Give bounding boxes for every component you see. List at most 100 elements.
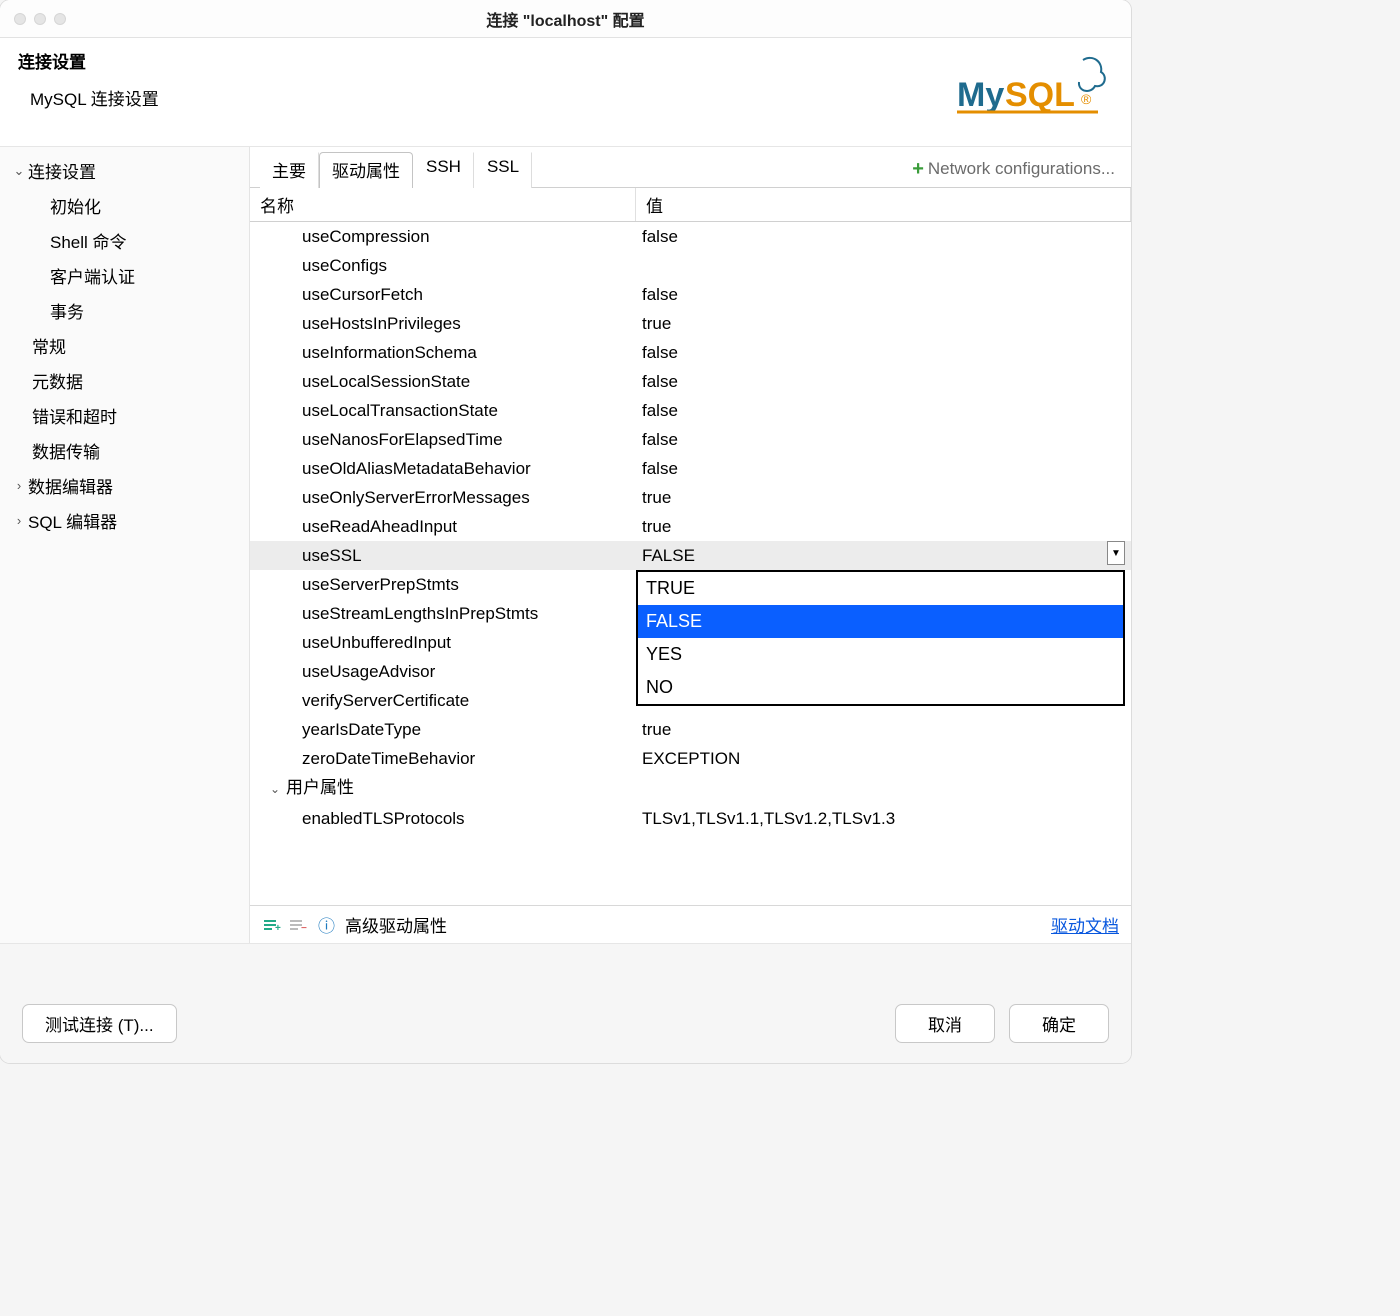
property-name: useCursorFetch [250,280,636,309]
property-name: useLocalTransactionState [250,396,636,425]
titlebar: 连接 "localhost" 配置 [0,0,1131,38]
sidebar-item-label: 数据编辑器 [28,473,113,498]
table-row[interactable]: useNanosForElapsedTimefalse [250,425,1131,454]
plus-icon: + [912,158,924,181]
table-row[interactable]: useLocalSessionStatefalse [250,367,1131,396]
dropdown-option[interactable]: YES [638,638,1123,671]
property-value[interactable]: true [636,715,1131,744]
chevron-right-icon: › [10,513,28,528]
sidebar-item[interactable]: 错误和超时 [0,398,249,433]
table-row[interactable]: useConfigs [250,251,1131,280]
svg-text:My: My [957,76,1004,114]
property-value[interactable]: TLSv1,TLSv1.1,TLSv1.2,TLSv1.3 [636,804,1131,833]
table-group-row[interactable]: ⌄用户属性 [250,773,1131,804]
table-row[interactable]: useOnlyServerErrorMessagestrue [250,483,1131,512]
table-row[interactable]: yearIsDateTypetrue [250,715,1131,744]
dropdown-option[interactable]: FALSE [638,605,1123,638]
driver-docs-link[interactable]: 驱动文档 [1051,912,1119,937]
table-row[interactable]: useHostsInPrivilegestrue [250,309,1131,338]
tab[interactable]: SSH [413,152,474,188]
table-row[interactable]: useReadAheadInputtrue [250,512,1131,541]
dropdown-option[interactable]: TRUE [638,572,1123,605]
network-config-label: Network configurations... [928,159,1115,179]
property-name: useOldAliasMetadataBehavior [250,454,636,483]
table-row[interactable]: useCompressionfalse [250,222,1131,251]
main-panel: 主要驱动属性SSHSSL + Network configurations...… [250,147,1131,943]
property-value[interactable]: FALSE▼TRUEFALSEYESNO [636,541,1131,570]
dropdown-menu: TRUEFALSEYESNO [636,570,1125,706]
connection-config-window: 连接 "localhost" 配置 连接设置 MySQL 连接设置 My SQL… [0,0,1131,1063]
table-row[interactable]: useLocalTransactionStatefalse [250,396,1131,425]
sidebar-item[interactable]: 初始化 [0,188,249,223]
sidebar: ⌄连接设置初始化Shell 命令客户端认证事务常规元数据错误和超时数据传输›数据… [0,147,250,943]
property-name: zeroDateTimeBehavior [250,744,636,773]
sidebar-item[interactable]: ›数据编辑器 [0,468,249,503]
property-value[interactable]: false [636,454,1131,483]
property-name: useStreamLengthsInPrepStmts [250,599,636,628]
property-value[interactable]: false [636,396,1131,425]
tab[interactable]: 驱动属性 [319,152,413,188]
sidebar-item[interactable]: 常规 [0,328,249,363]
property-value[interactable]: false [636,367,1131,396]
sidebar-item-label: 常规 [32,333,66,358]
property-name: useLocalSessionState [250,367,636,396]
svg-text:®: ® [1081,91,1092,107]
network-configurations-link[interactable]: + Network configurations... [912,158,1121,181]
sidebar-item-label: 错误和超时 [32,403,117,428]
table-row[interactable]: useInformationSchemafalse [250,338,1131,367]
cancel-button[interactable]: 取消 [895,1004,995,1043]
properties-table: useCompressionfalseuseConfigsuseCursorFe… [250,222,1131,905]
tabbar: 主要驱动属性SSHSSL + Network configurations... [250,147,1131,188]
ok-button[interactable]: 确定 [1009,1004,1109,1043]
sidebar-item[interactable]: ›SQL 编辑器 [0,503,249,538]
sidebar-item-label: 连接设置 [28,158,96,183]
property-value[interactable]: false [636,425,1131,454]
column-name[interactable]: 名称 [250,188,636,221]
sidebar-item[interactable]: 数据传输 [0,433,249,468]
property-value[interactable]: false [636,338,1131,367]
sidebar-item-label: 元数据 [32,368,83,393]
property-value[interactable]: false [636,280,1131,309]
property-name: enabledTLSProtocols [250,804,636,833]
remove-property-icon[interactable]: − [288,917,308,933]
property-name: useNanosForElapsedTime [250,425,636,454]
column-value[interactable]: 值 [636,188,1131,221]
property-value[interactable]: true [636,483,1131,512]
property-name: verifyServerCertificate [250,686,636,715]
chevron-down-icon: ⌄ [10,163,28,179]
table-row[interactable]: useCursorFetchfalse [250,280,1131,309]
add-property-icon[interactable]: + [262,917,282,933]
sidebar-item[interactable]: Shell 命令 [0,223,249,258]
property-name: useCompression [250,222,636,251]
sidebar-item[interactable]: ⌄连接设置 [0,153,249,188]
window-title: 连接 "localhost" 配置 [0,7,1131,31]
tab[interactable]: 主要 [260,152,319,188]
sidebar-item[interactable]: 客户端认证 [0,258,249,293]
table-row[interactable]: enabledTLSProtocolsTLSv1,TLSv1.1,TLSv1.2… [250,804,1131,833]
chevron-right-icon: › [10,478,28,493]
test-connection-button[interactable]: 测试连接 (T)... [22,1004,177,1043]
property-value[interactable] [636,251,1131,280]
table-row[interactable]: zeroDateTimeBehaviorEXCEPTION [250,744,1131,773]
property-value[interactable]: EXCEPTION [636,744,1131,773]
header-title: 连接设置 [18,48,159,73]
property-value[interactable]: false [636,222,1131,251]
sidebar-item[interactable]: 元数据 [0,363,249,398]
property-value[interactable]: true [636,512,1131,541]
bottom-toolbar: + − ⓘ 高级驱动属性 驱动文档 [250,905,1131,943]
property-name: yearIsDateType [250,715,636,744]
tab[interactable]: SSL [474,152,532,188]
table-row[interactable]: useSSLFALSE▼TRUEFALSEYESNO [250,541,1131,570]
sidebar-item[interactable]: 事务 [0,293,249,328]
group-label: 用户属性 [286,778,354,797]
dropdown-option[interactable]: NO [638,671,1123,704]
property-name: useConfigs [250,251,636,280]
property-name: useUsageAdvisor [250,657,636,686]
dropdown-toggle[interactable]: ▼ [1107,541,1125,565]
property-name: useSSL [250,541,636,570]
sidebar-item-label: SQL 编辑器 [28,508,117,533]
footer: 测试连接 (T)... 取消 确定 [0,943,1131,1063]
table-row[interactable]: useOldAliasMetadataBehaviorfalse [250,454,1131,483]
property-value[interactable]: true [636,309,1131,338]
property-name: useOnlyServerErrorMessages [250,483,636,512]
